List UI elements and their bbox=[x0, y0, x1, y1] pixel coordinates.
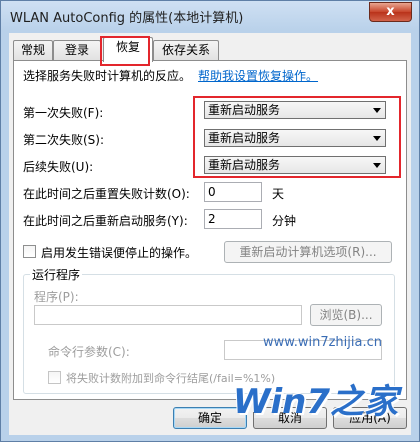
title-bar[interactable]: WLAN AutoConfig 的属性(本地计算机) x bbox=[1, 1, 419, 31]
restart-after-input[interactable]: 2 bbox=[204, 209, 262, 229]
cmd-params-label: 命令行参数(C): bbox=[48, 345, 130, 359]
program-input[interactable] bbox=[34, 305, 302, 325]
tab-general[interactable]: 常规 bbox=[13, 40, 53, 61]
enable-actions-label: 启用发生错误便停止的操作。 bbox=[41, 246, 198, 260]
enable-actions-checkbox[interactable] bbox=[23, 245, 36, 258]
program-label: 程序(P): bbox=[34, 290, 79, 304]
watermark-url: www.win7zhijia.cn bbox=[263, 335, 382, 350]
browse-button[interactable]: 浏览(B)... bbox=[310, 304, 382, 326]
restart-computer-options-button[interactable]: 重新启动计算机选项(R)... bbox=[224, 241, 392, 263]
subsequent-failure-label: 后续失败(U): bbox=[23, 160, 94, 174]
watermark-brand: Win7之家 bbox=[233, 382, 399, 422]
properties-window: WLAN AutoConfig 的属性(本地计算机) x 常规 登录 恢复 依存… bbox=[0, 0, 420, 442]
reset-count-label: 在此时间之后重置失败计数(O): bbox=[23, 187, 190, 201]
restart-after-label: 在此时间之后重新启动服务(Y): bbox=[23, 214, 188, 228]
restart-after-unit: 分钟 bbox=[272, 214, 297, 228]
append-fail-count-checkbox[interactable] bbox=[48, 371, 61, 384]
failure-actions-highlight-box bbox=[193, 96, 401, 178]
tab-logon[interactable]: 登录 bbox=[53, 40, 101, 61]
tab-dependencies[interactable]: 依存关系 bbox=[153, 40, 219, 61]
reset-count-input[interactable]: 0 bbox=[204, 182, 262, 202]
first-failure-label: 第一次失败(F): bbox=[23, 106, 104, 120]
reset-count-unit: 天 bbox=[272, 187, 285, 201]
second-failure-label: 第二次失败(S): bbox=[23, 133, 105, 147]
tab-highlight-box bbox=[100, 36, 150, 66]
intro-text: 选择服务失败时计算机的反应。 bbox=[23, 69, 192, 83]
help-link[interactable]: 帮助我设置恢复操作。 bbox=[198, 67, 318, 84]
run-program-group-label: 运行程序 bbox=[30, 266, 83, 283]
window-title: WLAN AutoConfig 的属性(本地计算机) bbox=[10, 11, 244, 26]
close-button[interactable]: x bbox=[369, 2, 412, 22]
